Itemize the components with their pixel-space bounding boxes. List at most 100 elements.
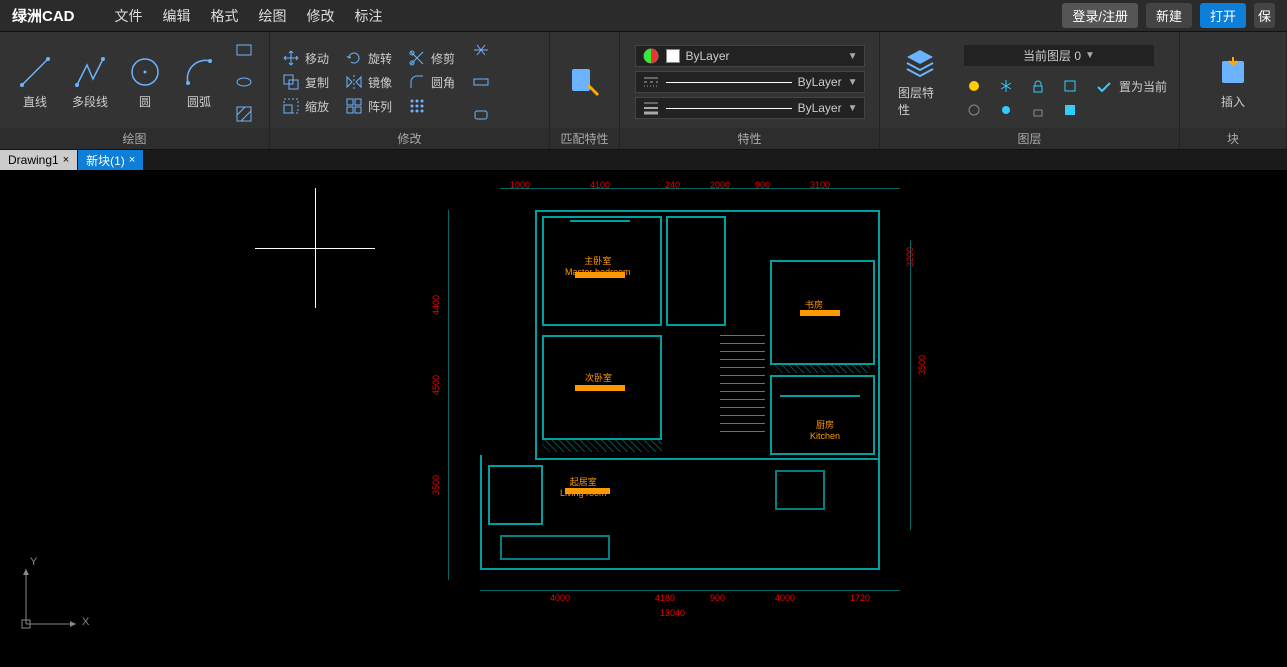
menu-draw[interactable]: 绘图 [259,6,287,26]
tool-explode[interactable] [469,38,493,62]
stretch-icon [472,73,490,91]
document-tabs: Drawing1 × 新块(1) × [0,150,1287,170]
tool-mirror[interactable]: 镜像 [341,71,396,93]
tool-copy[interactable]: 复制 [278,71,333,93]
close-icon[interactable]: × [129,154,135,166]
layers-icon [903,46,937,80]
color-dropdown[interactable]: ByLayer ▼ [635,45,865,67]
layer-isolate-icon[interactable] [1060,76,1080,96]
titlebar-actions: 登录/注册 新建 打开 保 [1062,3,1275,28]
circle-icon [128,55,162,89]
layer-lock-icon[interactable] [1028,76,1048,96]
mirror-icon [345,73,363,91]
scale-icon [282,97,300,115]
chevron-down-icon: ▼ [848,51,858,62]
panel-match-label: 匹配特性 [550,128,619,149]
layer-on-icon[interactable] [964,76,984,96]
color-wheel-icon [642,47,660,65]
lineweight-icon [642,99,660,117]
layer-off-icon[interactable] [964,100,984,120]
panel-properties: ByLayer ▼ ByLayer ▼ ByLayer ▼ 特性 [620,32,880,149]
array-icon [408,97,426,115]
linetype-dropdown[interactable]: ByLayer ▼ [635,71,865,93]
lineweight-dropdown[interactable]: ByLayer ▼ [635,97,865,119]
tool-insert[interactable]: 插入 [1206,51,1260,114]
tool-polyline[interactable]: 多段线 [62,51,118,114]
chevron-down-icon: ▼ [848,103,858,114]
layer-unisolate-icon[interactable] [1060,100,1080,120]
panel-draw: 直线 多段线 圆 圆弧 绘图 [0,32,270,149]
tool-ellipse[interactable] [232,70,256,94]
tool-setcurrent[interactable]: 置为当前 [1092,76,1171,98]
panel-match: 匹配特性 [550,32,620,149]
tool-scale[interactable]: 缩放 [278,95,333,117]
layer-unlock-icon[interactable] [1028,100,1048,120]
app-title: 绿洲CAD [12,5,75,26]
crosshair-vertical [315,188,316,308]
explode-icon [472,41,490,59]
tool-arc[interactable]: 圆弧 [172,51,226,114]
drawing-canvas[interactable]: X Y 1000 4100 240 2000 900 3100 4400 450… [0,170,1287,667]
tool-hatch[interactable] [232,102,256,126]
hatch-icon [235,105,253,123]
tool-offset[interactable]: 阵列 [341,95,396,117]
tool-line[interactable]: 直线 [8,51,62,114]
menu-file[interactable]: 文件 [115,6,143,26]
current-layer-dropdown[interactable]: 当前图层 0 ▼ [964,45,1154,66]
panel-layers: 图层特性 当前图层 0 ▼ [880,32,1180,149]
match-icon [568,65,602,99]
panel-layers-label: 图层 [880,128,1179,149]
panel-block-label: 块 [1180,128,1286,149]
lines-icon [642,73,660,91]
tool-match-properties[interactable] [558,61,612,103]
tool-stretch[interactable] [469,70,493,94]
tool-circle[interactable]: 圆 [118,51,172,114]
ribbon: 直线 多段线 圆 圆弧 绘图 移动 [0,32,1287,150]
offset-icon [345,97,363,115]
panel-modify: 移动 复制 缩放 旋转 镜像 阵列 修剪 圆角 修改 [270,32,550,149]
arc-icon [182,55,216,89]
open-button[interactable]: 打开 [1200,3,1246,28]
panel-properties-label: 特性 [620,128,879,149]
tab-drawing1[interactable]: Drawing1 × [0,150,78,170]
close-icon[interactable]: × [63,154,69,166]
tool-trim[interactable]: 修剪 [404,47,459,69]
tool-array[interactable] [404,95,459,117]
panel-draw-label: 绘图 [0,128,269,149]
panel-block: 插入 块 [1180,32,1287,149]
trim-icon [408,49,426,67]
rectangle-icon [235,41,253,59]
tool-rectangle[interactable] [232,38,256,62]
fillet-icon [408,73,426,91]
floor-plan: 1000 4100 240 2000 900 3100 4400 4500 35… [440,180,930,620]
menu-format[interactable]: 格式 [211,6,239,26]
titlebar: 绿洲CAD 文件 编辑 格式 绘图 修改 标注 登录/注册 新建 打开 保 [0,0,1287,32]
panel-modify-label: 修改 [270,128,549,149]
tab-newblock[interactable]: 新块(1) × [78,150,144,170]
main-menu: 文件 编辑 格式 绘图 修改 标注 [115,6,1063,26]
login-button[interactable]: 登录/注册 [1062,3,1138,28]
tool-erase[interactable] [469,102,493,126]
line-icon [18,55,52,89]
new-button[interactable]: 新建 [1146,3,1192,28]
save-button[interactable]: 保 [1254,3,1275,28]
polyline-icon [73,55,107,89]
tool-fillet[interactable]: 圆角 [404,71,459,93]
layer-thaw-icon[interactable] [996,100,1016,120]
setcurrent-icon [1096,78,1114,96]
ellipse-icon [235,73,253,91]
layer-freeze-icon[interactable] [996,76,1016,96]
insert-icon [1216,55,1250,89]
tool-rotate[interactable]: 旋转 [341,47,396,69]
copy-icon [282,73,300,91]
chevron-down-icon: ▼ [1085,50,1095,61]
tool-move[interactable]: 移动 [278,47,333,69]
rotate-icon [345,49,363,67]
erase-icon [472,105,490,123]
menu-modify[interactable]: 修改 [307,6,335,26]
menu-edit[interactable]: 编辑 [163,6,191,26]
menu-annotate[interactable]: 标注 [355,6,383,26]
move-icon [282,49,300,67]
tool-layer-properties[interactable]: 图层特性 [888,42,952,122]
color-swatch [666,49,680,63]
